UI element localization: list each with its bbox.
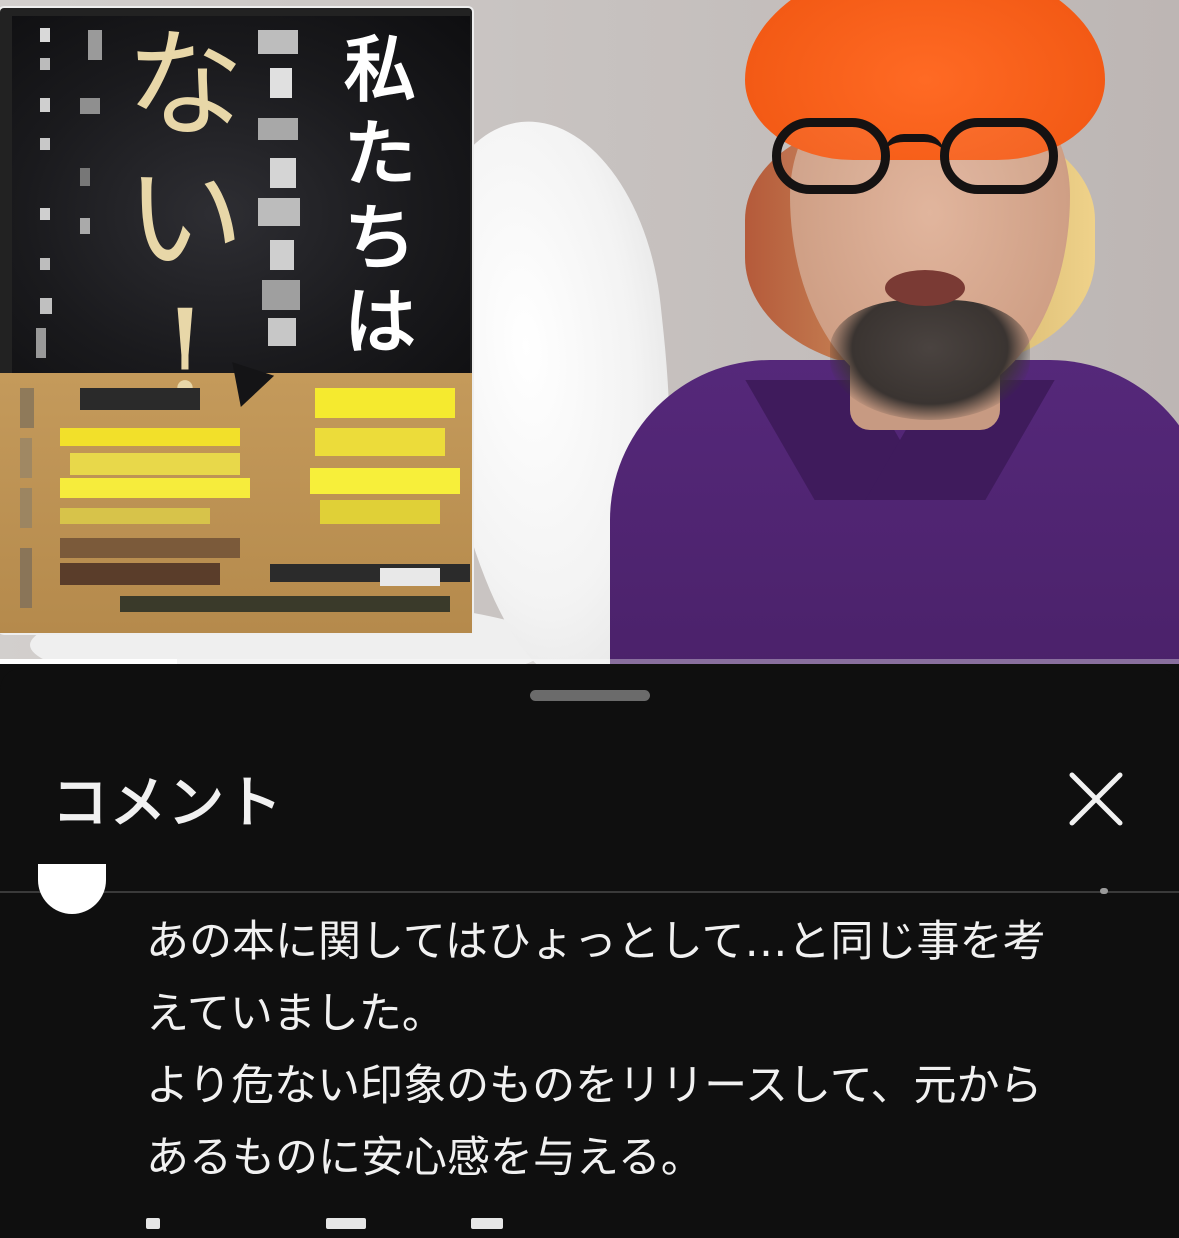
video-player[interactable]: な い ! 私 た ち は (0, 0, 1179, 664)
book-title-char: ち (343, 195, 416, 280)
like-icon[interactable] (146, 1218, 160, 1229)
mosaic-block (258, 198, 300, 226)
mosaic-block (120, 596, 450, 612)
comment-actions (146, 1218, 646, 1238)
book-title: 私 た ち は (335, 28, 425, 364)
mosaic-block (36, 328, 46, 358)
mosaic-block (258, 30, 298, 54)
more-options-icon[interactable] (1100, 888, 1108, 894)
mosaic-block (268, 318, 296, 346)
mosaic-block (315, 388, 455, 418)
person-mouth (885, 270, 965, 306)
mosaic-block (270, 158, 296, 188)
mosaic-block (40, 98, 50, 112)
mosaic-block (80, 218, 90, 234)
mosaic-block (70, 453, 240, 475)
book-cover: な い ! 私 た ち は (0, 8, 472, 633)
reply-icon[interactable] (471, 1218, 503, 1229)
panel-title: コメント (52, 771, 284, 836)
mosaic-block (40, 28, 50, 42)
mosaic-block (40, 58, 50, 70)
person-beard (830, 300, 1030, 420)
mosaic-block (270, 564, 470, 582)
mosaic-block (262, 280, 300, 310)
avatar[interactable] (38, 864, 106, 914)
mosaic-block (320, 500, 440, 524)
mosaic-block (60, 428, 240, 446)
mosaic-block (88, 30, 102, 60)
comments-panel: コメント あの本に関してはひょっとして…と同じ事を考 えていました。 より危ない… (0, 668, 1179, 1229)
dislike-icon[interactable] (326, 1218, 366, 1229)
comment-line: あるものに安心感を与える。 (146, 1133, 704, 1183)
mosaic-block (20, 548, 32, 608)
mosaic-block (20, 438, 32, 478)
header-divider (0, 891, 1179, 893)
mosaic-block (315, 428, 445, 456)
close-button[interactable] (1060, 763, 1132, 835)
mosaic-block (20, 488, 32, 528)
mosaic-block (40, 298, 52, 314)
glasses-lens-right (940, 118, 1058, 194)
mosaic-block (258, 118, 298, 140)
video-progress-fill (0, 659, 177, 664)
comment-line: より危ない印象のものをリリースして、元から (146, 1061, 1043, 1111)
book-big-char: い (125, 150, 244, 288)
mosaic-block (60, 563, 220, 585)
mosaic-block (80, 168, 90, 186)
mosaic-block (310, 468, 460, 494)
mosaic-block (60, 478, 250, 498)
mosaic-block (20, 388, 34, 428)
video-progress-bar[interactable] (0, 659, 1179, 664)
mosaic-block (270, 240, 294, 270)
comment-line: あの本に関してはひょっとして…と同じ事を考 (146, 917, 1046, 967)
mosaic-block (380, 568, 440, 586)
mosaic-block (80, 388, 200, 410)
mosaic-block (40, 208, 50, 220)
glasses-lens-left (772, 118, 890, 194)
mosaic-block (60, 508, 210, 524)
book-title-char: 私 (343, 27, 416, 112)
drag-handle[interactable] (530, 690, 650, 701)
book-title-char: は (343, 279, 416, 364)
glasses-bridge (884, 134, 944, 154)
mosaic-block (60, 538, 240, 558)
comment-body: あの本に関してはひょっとして…と同じ事を考 えていました。 より危ない印象のもの… (146, 906, 1106, 1194)
comment-line: えていました。 (146, 989, 445, 1039)
close-icon (1069, 772, 1123, 826)
glasses (772, 118, 1072, 198)
book-big-char: な (125, 16, 244, 154)
mosaic-block (270, 68, 292, 98)
mosaic-block (40, 258, 50, 270)
book-title-char: た (343, 111, 416, 196)
mosaic-block (40, 138, 50, 150)
mosaic-block (80, 98, 100, 114)
book-big-text: な い ! (125, 18, 245, 420)
